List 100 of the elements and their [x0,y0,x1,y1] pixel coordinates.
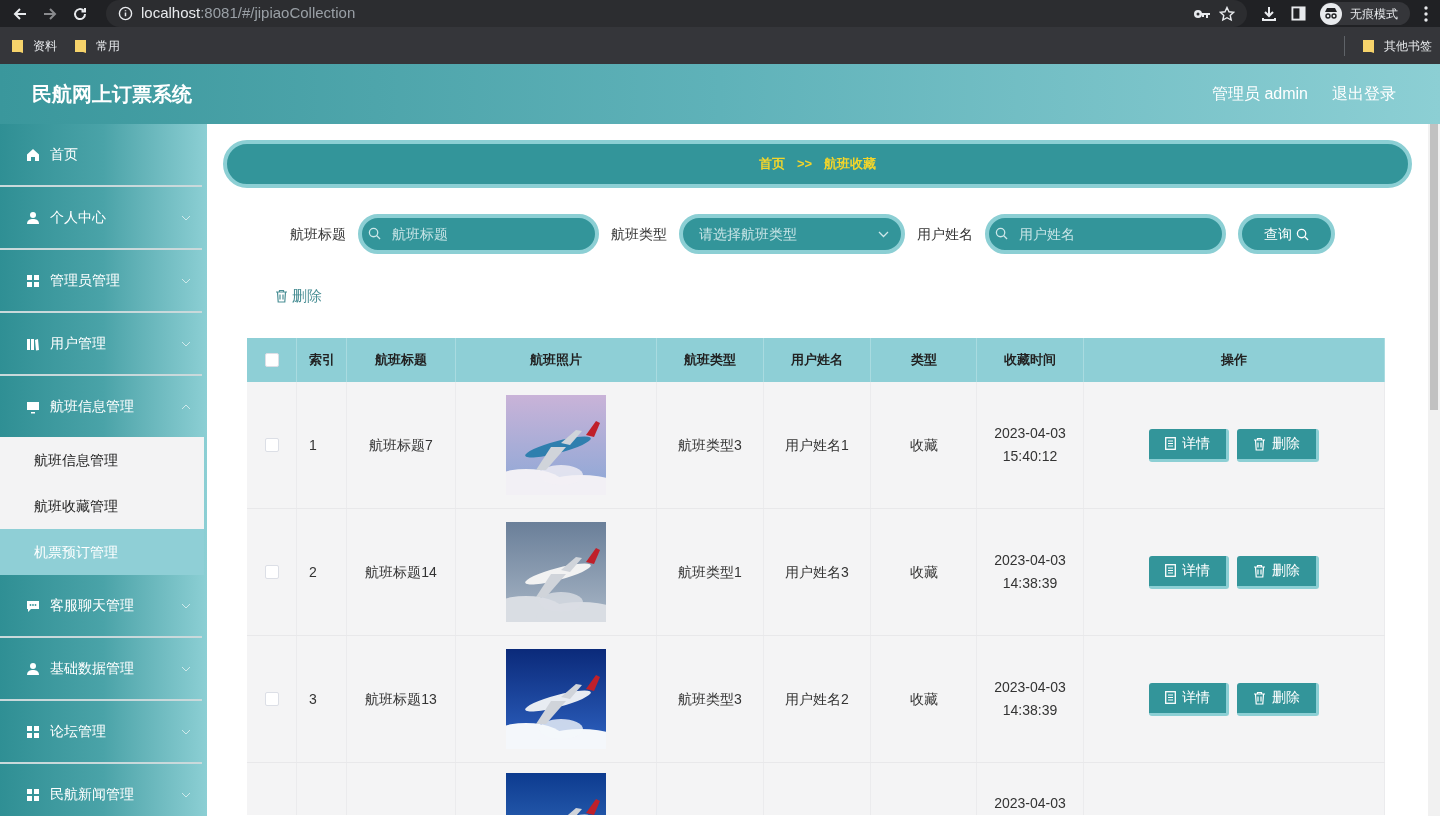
menu-item[interactable]: 管理员管理 [0,250,207,311]
delete-button[interactable]: 删除 [1237,428,1319,462]
delete-button[interactable]: 删除 [1237,682,1319,716]
table-cell-text: 用户姓名1 [785,435,849,455]
profile-chip[interactable]: 无痕模式 [1320,2,1410,25]
menu-item[interactable]: 个人中心 [0,187,207,248]
table-cell-text: 用户姓名2 [785,689,849,709]
menu-item[interactable]: 首页 [0,124,207,185]
delete-button[interactable]: 删除 [1237,555,1319,589]
trash-icon [1253,436,1266,451]
star-icon[interactable] [1219,5,1235,22]
field-label: 航班标题 [290,224,346,244]
table-cell-text: 2023-04-03 14:38:39 [994,551,1066,593]
table-cell-text: 收藏 [909,435,938,455]
breadcrumb-separator: >> [796,155,813,174]
table-cell-text: 航班类型3 [678,435,742,455]
menu-item[interactable]: 客服聊天管理 [0,575,207,636]
table-cell-text: 3 [309,689,317,709]
trash-icon [1253,690,1266,705]
input-field[interactable]: 用户姓名 [985,214,1226,254]
chat-icon [26,598,40,613]
key-icon[interactable] [1193,7,1211,20]
chevron-down-icon [181,665,191,672]
details-button[interactable]: 详情 [1149,682,1229,716]
table-cell-text: 收藏 [909,562,938,582]
table-cell-text: 1 [309,435,317,455]
bookmark[interactable]: 常用 [75,36,120,55]
trash-icon [1253,563,1266,578]
table-cell-text: 2023-04-03 14:38:39 [994,678,1066,720]
select-field[interactable]: 请选择航班类型 [679,214,905,254]
chevron-down-icon [181,602,191,609]
document-icon [1165,564,1176,577]
table-cell-text: 2023-04-03 [994,794,1066,813]
forward-icon[interactable] [42,5,58,22]
book-icon [26,336,40,351]
sidebar-icon[interactable] [1291,6,1306,21]
document-icon [1165,691,1176,704]
checkbox[interactable] [264,692,279,706]
chevron-down-icon [181,277,191,284]
table-cell-text: 航班类型1 [678,562,742,582]
table-cell-text: 收藏 [909,689,938,709]
input-field[interactable]: 航班标题 [358,214,599,254]
search-icon [368,227,381,240]
table-cell-text: 航班标题14 [365,562,437,582]
details-button[interactable]: 详情 [1149,428,1229,462]
breadcrumb-item[interactable]: 首页 [758,154,785,174]
user-label: 管理员 admin [1211,84,1308,104]
table-cell-text: 2 [309,562,317,582]
menu-item[interactable]: 基础数据管理 [0,638,207,699]
field-label: 用户姓名 [917,224,973,244]
folder-icon [1363,38,1374,53]
checkbox[interactable] [264,565,279,579]
document-icon [1165,437,1176,450]
delete-button[interactable]: 删除 [275,284,322,308]
user-icon [26,210,40,225]
field-label: 航班类型 [611,224,667,244]
reload-icon[interactable] [72,5,88,22]
folder-icon [12,38,23,53]
table-cell-text: 2023-04-03 15:40:12 [994,424,1066,466]
details-button[interactable]: 详情 [1149,555,1229,589]
chevron-down-icon [181,214,191,221]
back-icon[interactable] [12,5,28,22]
chevron-down-icon [181,791,191,798]
menu-item[interactable]: 航班信息管理 [0,376,207,437]
grid-icon [26,273,40,288]
table-cell-text: 航班标题13 [365,689,437,709]
table-cell-text: 航班类型3 [678,689,742,709]
menu-icon[interactable] [1424,5,1428,22]
chevron-down-icon [181,340,191,347]
info-icon[interactable] [118,6,133,21]
search-button[interactable]: 查询 [1238,214,1335,254]
grid-icon [26,724,40,739]
logout-link[interactable]: 退出登录 [1332,82,1396,106]
grid-icon [26,787,40,802]
checkbox[interactable] [264,438,279,452]
download-icon[interactable] [1261,5,1277,22]
submenu-item[interactable]: 航班信息管理 [0,437,204,483]
folder-icon [75,38,86,53]
chevron-down-icon [181,728,191,735]
table-cell-text: 航班标题7 [369,435,433,455]
checkbox[interactable] [264,353,279,367]
user-icon [26,661,40,676]
address-bar[interactable]: localhost:8081/#/jipiaoCollection [106,0,1247,27]
menu-item[interactable]: 论坛管理 [0,701,207,762]
bookmark[interactable]: 其他书签 [1363,36,1432,55]
menu-item[interactable]: 用户管理 [0,313,207,374]
menu-item[interactable]: 民航新闻管理 [0,764,207,816]
app-title: 民航网上订票系统 [32,82,192,107]
search-icon [995,227,1008,240]
table-cell-text: 用户姓名3 [785,562,849,582]
scrollbar[interactable] [1428,124,1440,816]
breadcrumb-item: 航班收藏 [824,155,877,174]
url-text: localhost:8081/#/jipiaoCollection [141,3,357,24]
search-icon [1296,227,1309,241]
trash-icon [275,289,288,303]
chevron-up-icon [181,403,191,410]
monitor-icon [26,399,40,414]
home-icon [26,147,40,162]
bookmark[interactable]: 资料 [12,36,57,55]
submenu-item[interactable]: 航班收藏管理 [0,483,204,529]
